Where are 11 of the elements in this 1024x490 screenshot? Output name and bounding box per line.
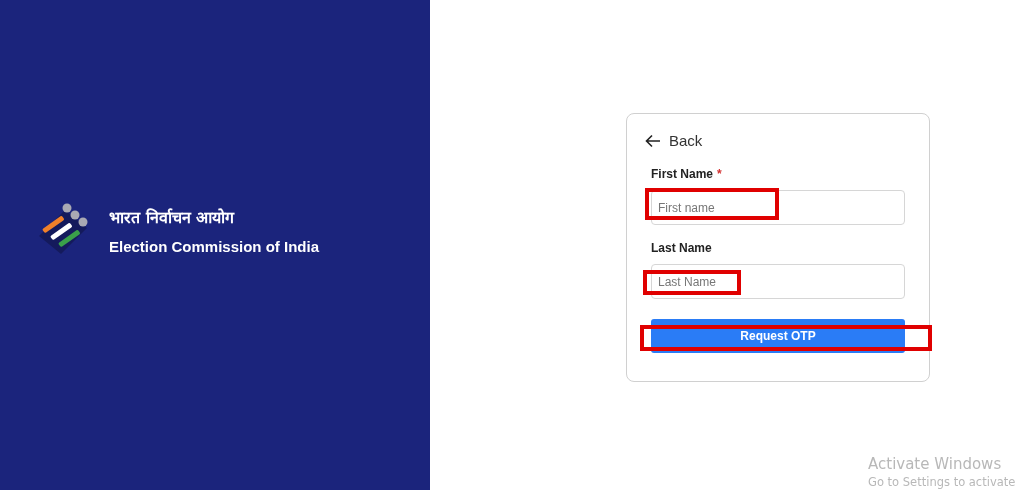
required-mark: * (717, 167, 722, 181)
text-field[interactable]: First name (651, 190, 905, 225)
activation-title: Activate Windows (868, 455, 1003, 473)
brand-title: Election Commission of India (109, 237, 320, 255)
back-arrow-icon (645, 133, 661, 148)
brand-title-hindi: भारत निर्वाचन आयोग (109, 206, 236, 228)
field-label: Last Name (651, 241, 712, 255)
field-label: First Name (651, 167, 714, 181)
activation-message: Go to Settings to activate (868, 475, 1016, 489)
text-field[interactable]: Last Name (651, 264, 905, 299)
back-link[interactable]: Back (645, 132, 703, 149)
